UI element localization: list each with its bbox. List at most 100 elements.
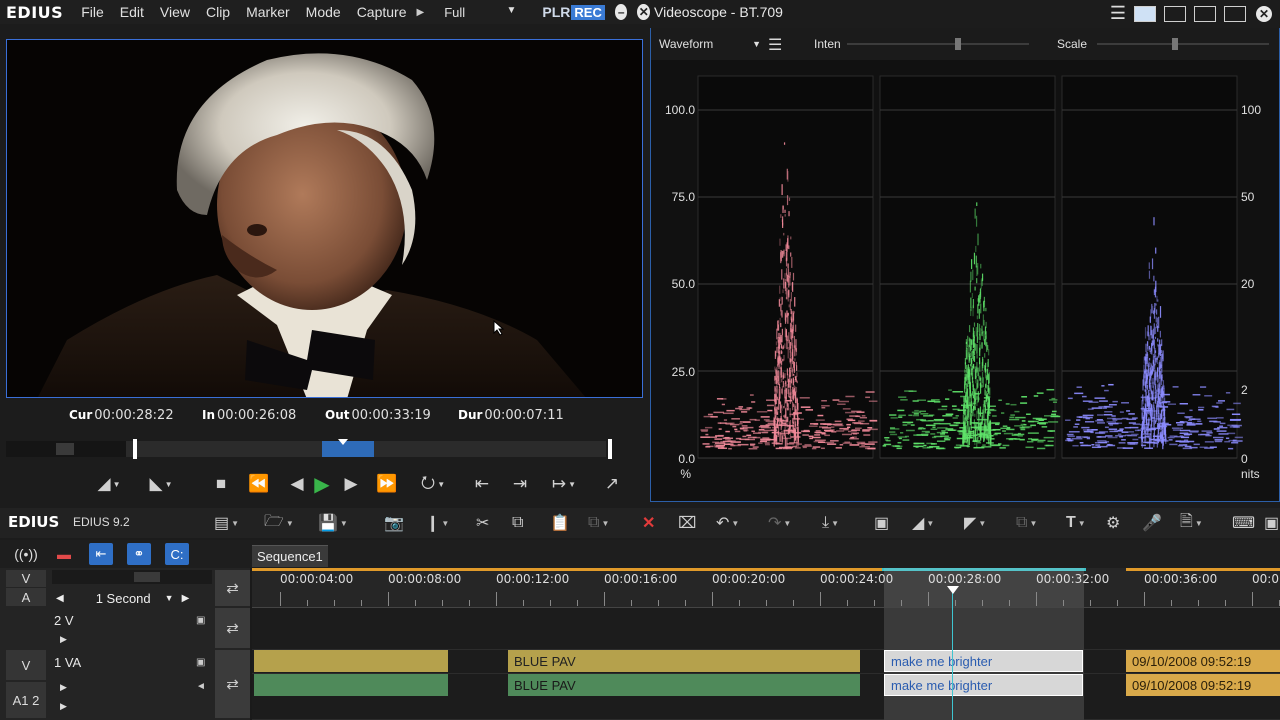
track-patch-video[interactable]: V: [6, 650, 46, 680]
more-tools-button[interactable]: ▣: [1264, 512, 1279, 534]
color-correction-button[interactable]: ◢ ▼: [912, 512, 934, 534]
delete-ripple-button[interactable]: ⌧: [678, 512, 696, 534]
menu-mode[interactable]: Mode: [298, 4, 349, 20]
shuttle-knob[interactable]: [56, 443, 74, 455]
track-1va-expand-icon[interactable]: ▶: [60, 682, 67, 693]
track-1va-audio-icon[interactable]: ◄: [196, 681, 206, 692]
track-2v-sync-button[interactable]: ⇄: [215, 608, 250, 648]
rec-label[interactable]: REC: [571, 4, 605, 20]
render-button[interactable]: ⚙: [1106, 512, 1120, 534]
zoom-next-icon[interactable]: ▶: [182, 593, 190, 604]
inten-slider-knob[interactable]: [955, 38, 961, 50]
rewind-button[interactable]: ⏪: [244, 470, 274, 498]
tab-sequence1[interactable]: Sequence1: [252, 545, 328, 567]
keyboard-shortcut-button[interactable]: ⌨: [1232, 512, 1255, 534]
timeline-ruler[interactable]: 00:00:04:00 00:00:08:00 00:00:12:00 00:0…: [252, 568, 1280, 608]
mode-select[interactable]: Full ▼: [444, 5, 516, 20]
clip-blue-pav-video[interactable]: BLUE PAV: [508, 650, 860, 672]
menu-capture[interactable]: Capture: [349, 4, 415, 20]
layout-single-icon[interactable]: [1134, 5, 1156, 22]
layout-split-v-icon[interactable]: [1194, 5, 1216, 22]
play-button[interactable]: ▶: [308, 470, 336, 498]
zoom-slider-knob[interactable]: [134, 572, 160, 582]
menu-marker[interactable]: Marker: [238, 4, 298, 20]
player-frame[interactable]: [6, 39, 643, 398]
menu-more-arrow-icon[interactable]: ▶: [417, 7, 425, 18]
scale-slider-track[interactable]: [1097, 43, 1269, 45]
paste-button[interactable]: 📋: [550, 512, 570, 534]
menu-view[interactable]: View: [152, 4, 198, 20]
track-2v-video-icon[interactable]: ▣: [196, 615, 205, 626]
insert-to-timeline-button[interactable]: ⇤: [468, 470, 496, 498]
scope-settings-list-icon[interactable]: ☰: [768, 35, 782, 55]
hamburger-menu-icon[interactable]: ☰: [1110, 3, 1126, 24]
cut-button[interactable]: ✂: [476, 512, 489, 534]
paste-special-button[interactable]: ⧉ ▼: [588, 512, 609, 534]
track-2v-expand-icon[interactable]: ▶: [60, 634, 67, 645]
zoom-prev-icon[interactable]: ◀: [56, 593, 64, 604]
chevron-down-icon[interactable]: ▼: [165, 593, 174, 603]
sync-lock-icon[interactable]: ⇤: [89, 543, 113, 565]
track-patch-a[interactable]: A: [6, 588, 46, 606]
clip-make-me-brighter-audio[interactable]: make me brighter: [884, 674, 1083, 696]
scope-mode-select[interactable]: Waveform ▼: [659, 37, 761, 51]
add-cut-button[interactable]: ⤓ ▼: [822, 512, 839, 534]
sync-button-ruler[interactable]: ⇄: [215, 570, 250, 606]
clip-next-audio[interactable]: [1266, 674, 1280, 696]
minimize-icon[interactable]: –: [614, 4, 628, 20]
copy-button[interactable]: ⧉: [512, 512, 523, 534]
layout-quad-icon[interactable]: [1224, 5, 1246, 22]
export-file-button[interactable]: 🗎 ▼: [1180, 512, 1203, 534]
scrub-left-handle[interactable]: [133, 439, 137, 459]
menu-edit[interactable]: Edit: [112, 4, 152, 20]
clip-blue-pav-audio[interactable]: BLUE PAV: [508, 674, 860, 696]
snapshot-button[interactable]: 📷: [384, 512, 404, 534]
save-button[interactable]: 💾 ▼: [318, 512, 348, 534]
bin-button[interactable]: ▤ ▼: [214, 512, 239, 534]
track-2v-lane[interactable]: [252, 608, 1280, 650]
layout-split-h-icon[interactable]: [1164, 5, 1186, 22]
zoom-slider-track[interactable]: [52, 570, 212, 584]
transition-button[interactable]: ◤ ▼: [964, 512, 986, 534]
stop-button[interactable]: ■: [208, 470, 234, 498]
ripple-icon[interactable]: C:: [165, 543, 189, 565]
marker-tool-button[interactable]: ❙ ▼: [426, 512, 449, 534]
clip-make-me-brighter-video[interactable]: make me brighter: [884, 650, 1083, 672]
scrub-playhead[interactable]: [338, 439, 348, 445]
overwrite-to-timeline-button[interactable]: ⇥: [506, 470, 534, 498]
menu-clip[interactable]: Clip: [198, 4, 238, 20]
inten-slider-track[interactable]: [847, 43, 1029, 45]
track-1va-sync-button[interactable]: ⇄: [215, 650, 250, 718]
export-button[interactable]: ↗: [598, 470, 626, 498]
clip-next-video[interactable]: [1266, 650, 1280, 672]
menu-file[interactable]: File: [73, 4, 112, 20]
track-audio-expand-icon[interactable]: ▶: [60, 701, 67, 712]
scrub-right-handle[interactable]: [608, 439, 612, 459]
broadcast-icon[interactable]: ((•)): [14, 543, 38, 565]
playhead-marker-icon[interactable]: [947, 586, 959, 594]
undo-button[interactable]: ↶ ▼: [716, 512, 739, 534]
track-patch-audio[interactable]: A1 2: [6, 682, 46, 718]
fast-forward-button[interactable]: ⏩: [372, 470, 402, 498]
set-in-button[interactable]: ◢ ▼: [92, 470, 126, 498]
track-patch-v[interactable]: V: [6, 570, 46, 587]
plr-label[interactable]: PLR: [542, 4, 570, 20]
next-frame-button[interactable]: ▶: [340, 470, 362, 498]
link-icon[interactable]: ⚭: [127, 543, 151, 565]
clip-date-audio[interactable]: 09/10/2008 09:52:19: [1126, 674, 1266, 696]
clip-date-video[interactable]: 09/10/2008 09:52:19: [1126, 650, 1266, 672]
redo-button[interactable]: ↷ ▼: [768, 512, 791, 534]
delete-button[interactable]: ✕: [642, 512, 655, 534]
voice-over-button[interactable]: 🎤: [1142, 512, 1162, 534]
timeline-zoom-control[interactable]: ◀ 1 Second ▼ ▶: [52, 589, 212, 607]
sequence-settings-button[interactable]: ▣: [874, 512, 889, 534]
close-icon[interactable]: ✕: [637, 4, 650, 20]
player-scrub-bar[interactable]: [6, 439, 614, 459]
track-1va-video-icon[interactable]: ▣: [196, 657, 205, 668]
clip-audio-untitled[interactable]: [254, 674, 448, 696]
group-button[interactable]: ⧉ ▼: [1016, 512, 1037, 534]
record-track-icon[interactable]: ▬: [52, 543, 76, 565]
title-button[interactable]: T ▼: [1066, 512, 1086, 534]
loop-button[interactable]: ⭮ ▼: [414, 470, 452, 498]
previous-frame-button[interactable]: ◀: [286, 470, 308, 498]
